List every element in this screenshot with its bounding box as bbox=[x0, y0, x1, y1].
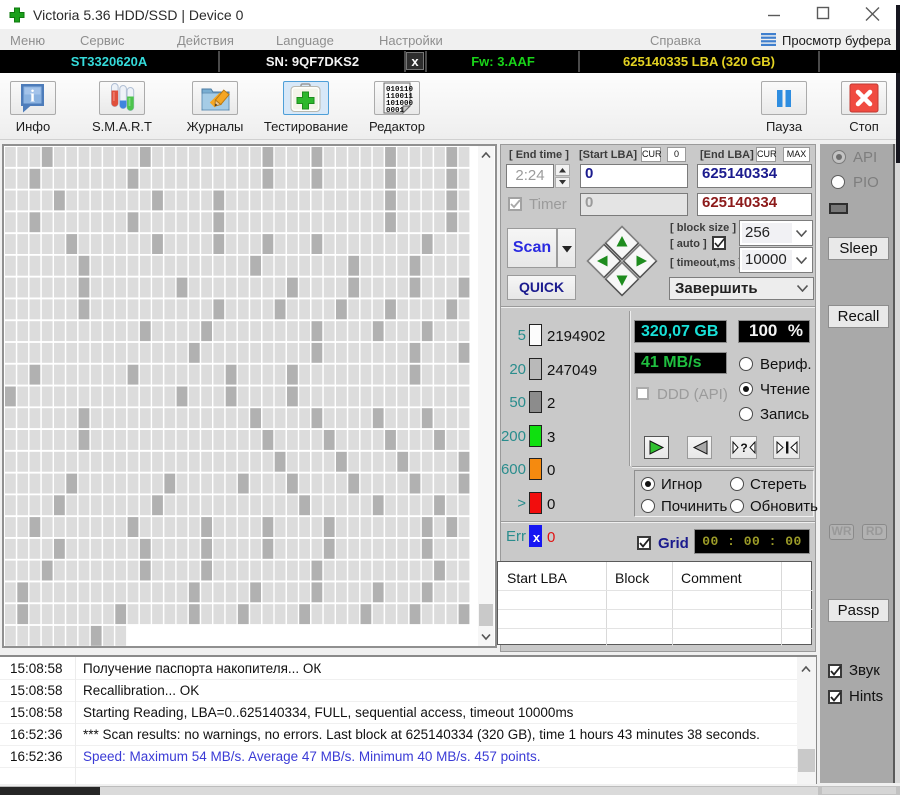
svg-text:i: i bbox=[30, 87, 35, 106]
svg-text:?: ? bbox=[740, 441, 747, 455]
svg-text:0001: 0001 bbox=[386, 107, 405, 114]
svg-text:x: x bbox=[533, 530, 541, 545]
